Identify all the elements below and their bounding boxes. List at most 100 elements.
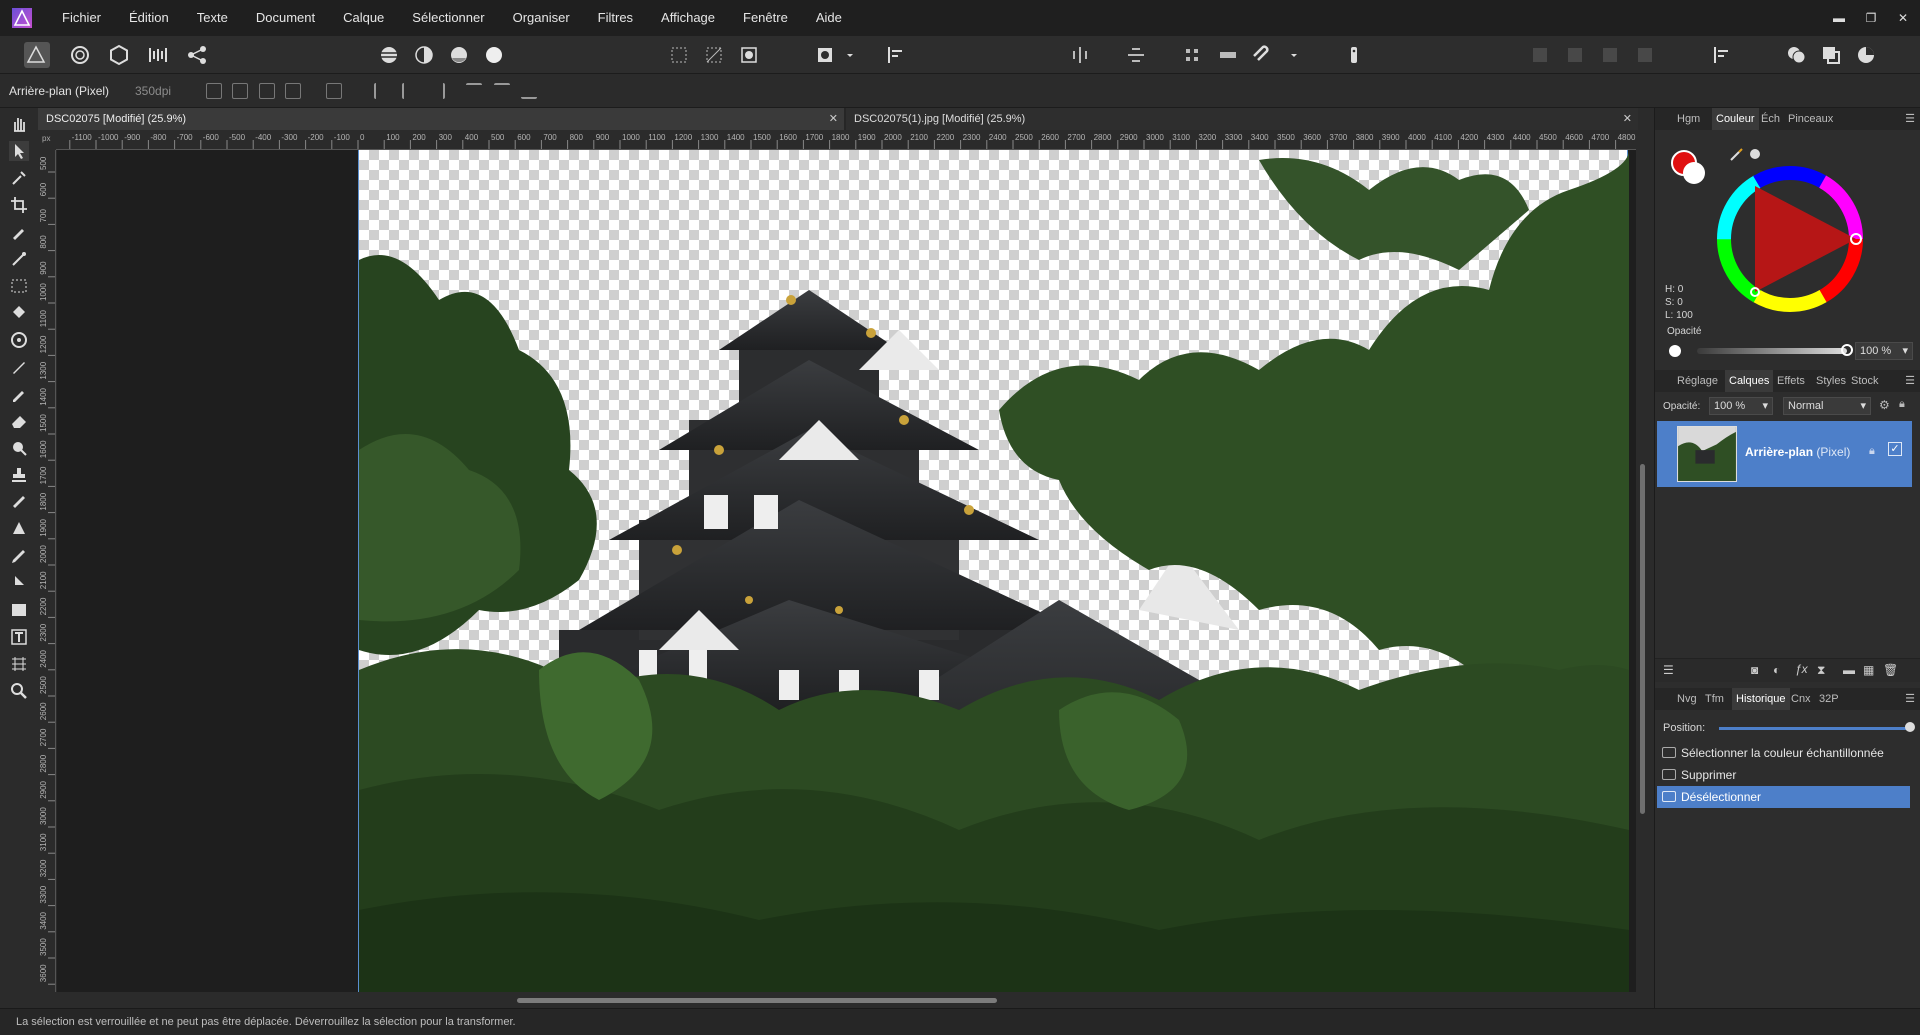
- arrange-front-button[interactable]: [1633, 43, 1657, 67]
- clone-tool[interactable]: [9, 465, 29, 485]
- tab-layers[interactable]: Calques: [1725, 370, 1774, 392]
- arrange-forward-button[interactable]: [1598, 43, 1622, 67]
- tab-color[interactable]: Couleur: [1712, 108, 1759, 130]
- align-button[interactable]: [884, 43, 908, 67]
- menu-texte[interactable]: Texte: [183, 0, 242, 36]
- move-tool[interactable]: [9, 141, 29, 161]
- opacity-value-field[interactable]: 100 % ▾: [1855, 342, 1913, 360]
- close-tab-icon[interactable]: ✕: [829, 108, 838, 130]
- close-tab-icon[interactable]: ✕: [1623, 108, 1632, 130]
- grid-button[interactable]: [1180, 43, 1204, 67]
- gradient-tool[interactable]: [9, 330, 29, 350]
- boolean-add-button[interactable]: [1784, 43, 1808, 67]
- history-item-selected[interactable]: Désélectionner: [1657, 786, 1910, 808]
- transform-rotate-button[interactable]: [326, 83, 342, 99]
- adjustment-layer-icon[interactable]: ◐: [1773, 663, 1780, 677]
- snapping-button[interactable]: [1251, 43, 1275, 67]
- assistant-button[interactable]: [1342, 43, 1366, 67]
- selection-brush-tool[interactable]: [9, 222, 29, 242]
- tab-stock[interactable]: Stock: [1847, 370, 1883, 392]
- boolean-intersect-button[interactable]: [1854, 43, 1878, 67]
- arrange-back-button[interactable]: [1528, 43, 1552, 67]
- guides-button[interactable]: [1216, 43, 1240, 67]
- snapping-center-button[interactable]: [1068, 43, 1092, 67]
- history-item[interactable]: Supprimer: [1657, 764, 1910, 786]
- tab-styles[interactable]: Styles: [1812, 370, 1850, 392]
- artistic-text-tool[interactable]: [9, 627, 29, 647]
- auto-levels-button[interactable]: [377, 43, 401, 67]
- canvas-area[interactable]: [57, 150, 1636, 992]
- menu-edition[interactable]: Édition: [115, 0, 183, 36]
- panel-menu-icon[interactable]: ☰: [1905, 374, 1915, 387]
- tab-effects[interactable]: Effets: [1773, 370, 1809, 392]
- blend-mode-select[interactable]: Normal ▾: [1783, 397, 1871, 415]
- history-position-slider[interactable]: [1719, 727, 1909, 730]
- history-slider-handle[interactable]: [1905, 722, 1915, 732]
- layer-opacity-field[interactable]: 100 % ▾: [1709, 397, 1773, 415]
- live-filter-icon[interactable]: ⧗: [1817, 663, 1825, 678]
- align-options-button[interactable]: [1710, 43, 1734, 67]
- history-item[interactable]: Sélectionner la couleur échantillonnée: [1657, 742, 1910, 764]
- layers-stack-icon[interactable]: ☰: [1663, 663, 1674, 677]
- trash-icon[interactable]: 🗑︎: [1883, 663, 1898, 677]
- secondary-color-swatch[interactable]: [1683, 162, 1705, 184]
- align-middle-button[interactable]: [494, 83, 510, 99]
- pencil-tool[interactable]: [9, 546, 29, 566]
- menu-aide[interactable]: Aide: [802, 0, 856, 36]
- menu-fenetre[interactable]: Fenêtre: [729, 0, 802, 36]
- healing-brush-tool[interactable]: [9, 492, 29, 512]
- tab-swatches[interactable]: Éch: [1757, 108, 1784, 130]
- panel-menu-icon[interactable]: ☰: [1905, 112, 1915, 125]
- eyedropper-picker-icon[interactable]: [1729, 146, 1763, 162]
- mask-mode-dropdown[interactable]: [838, 43, 853, 67]
- vertical-scroll-thumb[interactable]: [1640, 464, 1645, 814]
- quick-mask-button[interactable]: [737, 43, 761, 67]
- menu-organiser[interactable]: Organiser: [499, 0, 584, 36]
- maximize-button[interactable]: ❐: [1862, 11, 1880, 25]
- menu-affichage[interactable]: Affichage: [647, 0, 729, 36]
- mask-layer-icon[interactable]: ◙: [1751, 663, 1758, 677]
- transform-mode-button[interactable]: [232, 83, 248, 99]
- close-button[interactable]: ✕: [1894, 11, 1912, 25]
- view-tool[interactable]: [9, 114, 29, 134]
- transform-origin-button[interactable]: [206, 83, 222, 99]
- tab-adjustment[interactable]: Réglage: [1673, 370, 1722, 392]
- export-persona-button[interactable]: [185, 43, 209, 67]
- vertical-scrollbar[interactable]: [1636, 130, 1650, 992]
- develop-persona-button[interactable]: [107, 43, 131, 67]
- menu-document[interactable]: Document: [242, 0, 329, 36]
- horizontal-scrollbar[interactable]: [57, 992, 1636, 1008]
- minimize-button[interactable]: ▬: [1830, 11, 1848, 25]
- tab-channels[interactable]: Cnx: [1787, 688, 1815, 710]
- layer-visibility-checkbox[interactable]: ✓: [1888, 442, 1902, 456]
- tab-document-2[interactable]: DSC02075(1).jpg [Modifié] (25.9%) ✕: [846, 108, 1638, 130]
- transform-copy-button[interactable]: [285, 83, 301, 99]
- node-tool[interactable]: [9, 573, 29, 593]
- align-bottom-button[interactable]: [521, 83, 537, 99]
- opacity-slider[interactable]: [1697, 348, 1847, 354]
- menu-calque[interactable]: Calque: [329, 0, 398, 36]
- mesh-warp-tool[interactable]: [9, 654, 29, 674]
- snapping-horizontal-button[interactable]: [1124, 43, 1148, 67]
- crop-tool[interactable]: [9, 195, 29, 215]
- align-left-button[interactable]: [374, 83, 390, 99]
- mask-mode-button[interactable]: [813, 43, 837, 67]
- transform-scale-button[interactable]: [259, 83, 275, 99]
- dodge-tool[interactable]: [9, 438, 29, 458]
- pen-tool[interactable]: [9, 519, 29, 539]
- panel-menu-icon[interactable]: ☰: [1905, 692, 1915, 705]
- rectangle-tool[interactable]: [9, 600, 29, 620]
- layer-row[interactable]: Arrière-plan (Pixel) 🔒︎ ✓: [1657, 421, 1912, 487]
- tab-32bit[interactable]: 32P: [1815, 688, 1843, 710]
- align-right-button[interactable]: [429, 83, 445, 99]
- tab-history[interactable]: Historique: [1732, 688, 1790, 710]
- fill-tool[interactable]: [9, 303, 29, 323]
- menu-fichier[interactable]: Fichier: [48, 0, 115, 36]
- erase-brush-tool[interactable]: [9, 411, 29, 431]
- arrange-backward-button[interactable]: [1563, 43, 1587, 67]
- color-wheel[interactable]: [1715, 164, 1865, 314]
- pixel-tool[interactable]: [9, 384, 29, 404]
- horizontal-scroll-thumb[interactable]: [517, 998, 997, 1003]
- menu-selectionner[interactable]: Sélectionner: [398, 0, 498, 36]
- tab-histogram[interactable]: Hgm: [1673, 108, 1704, 130]
